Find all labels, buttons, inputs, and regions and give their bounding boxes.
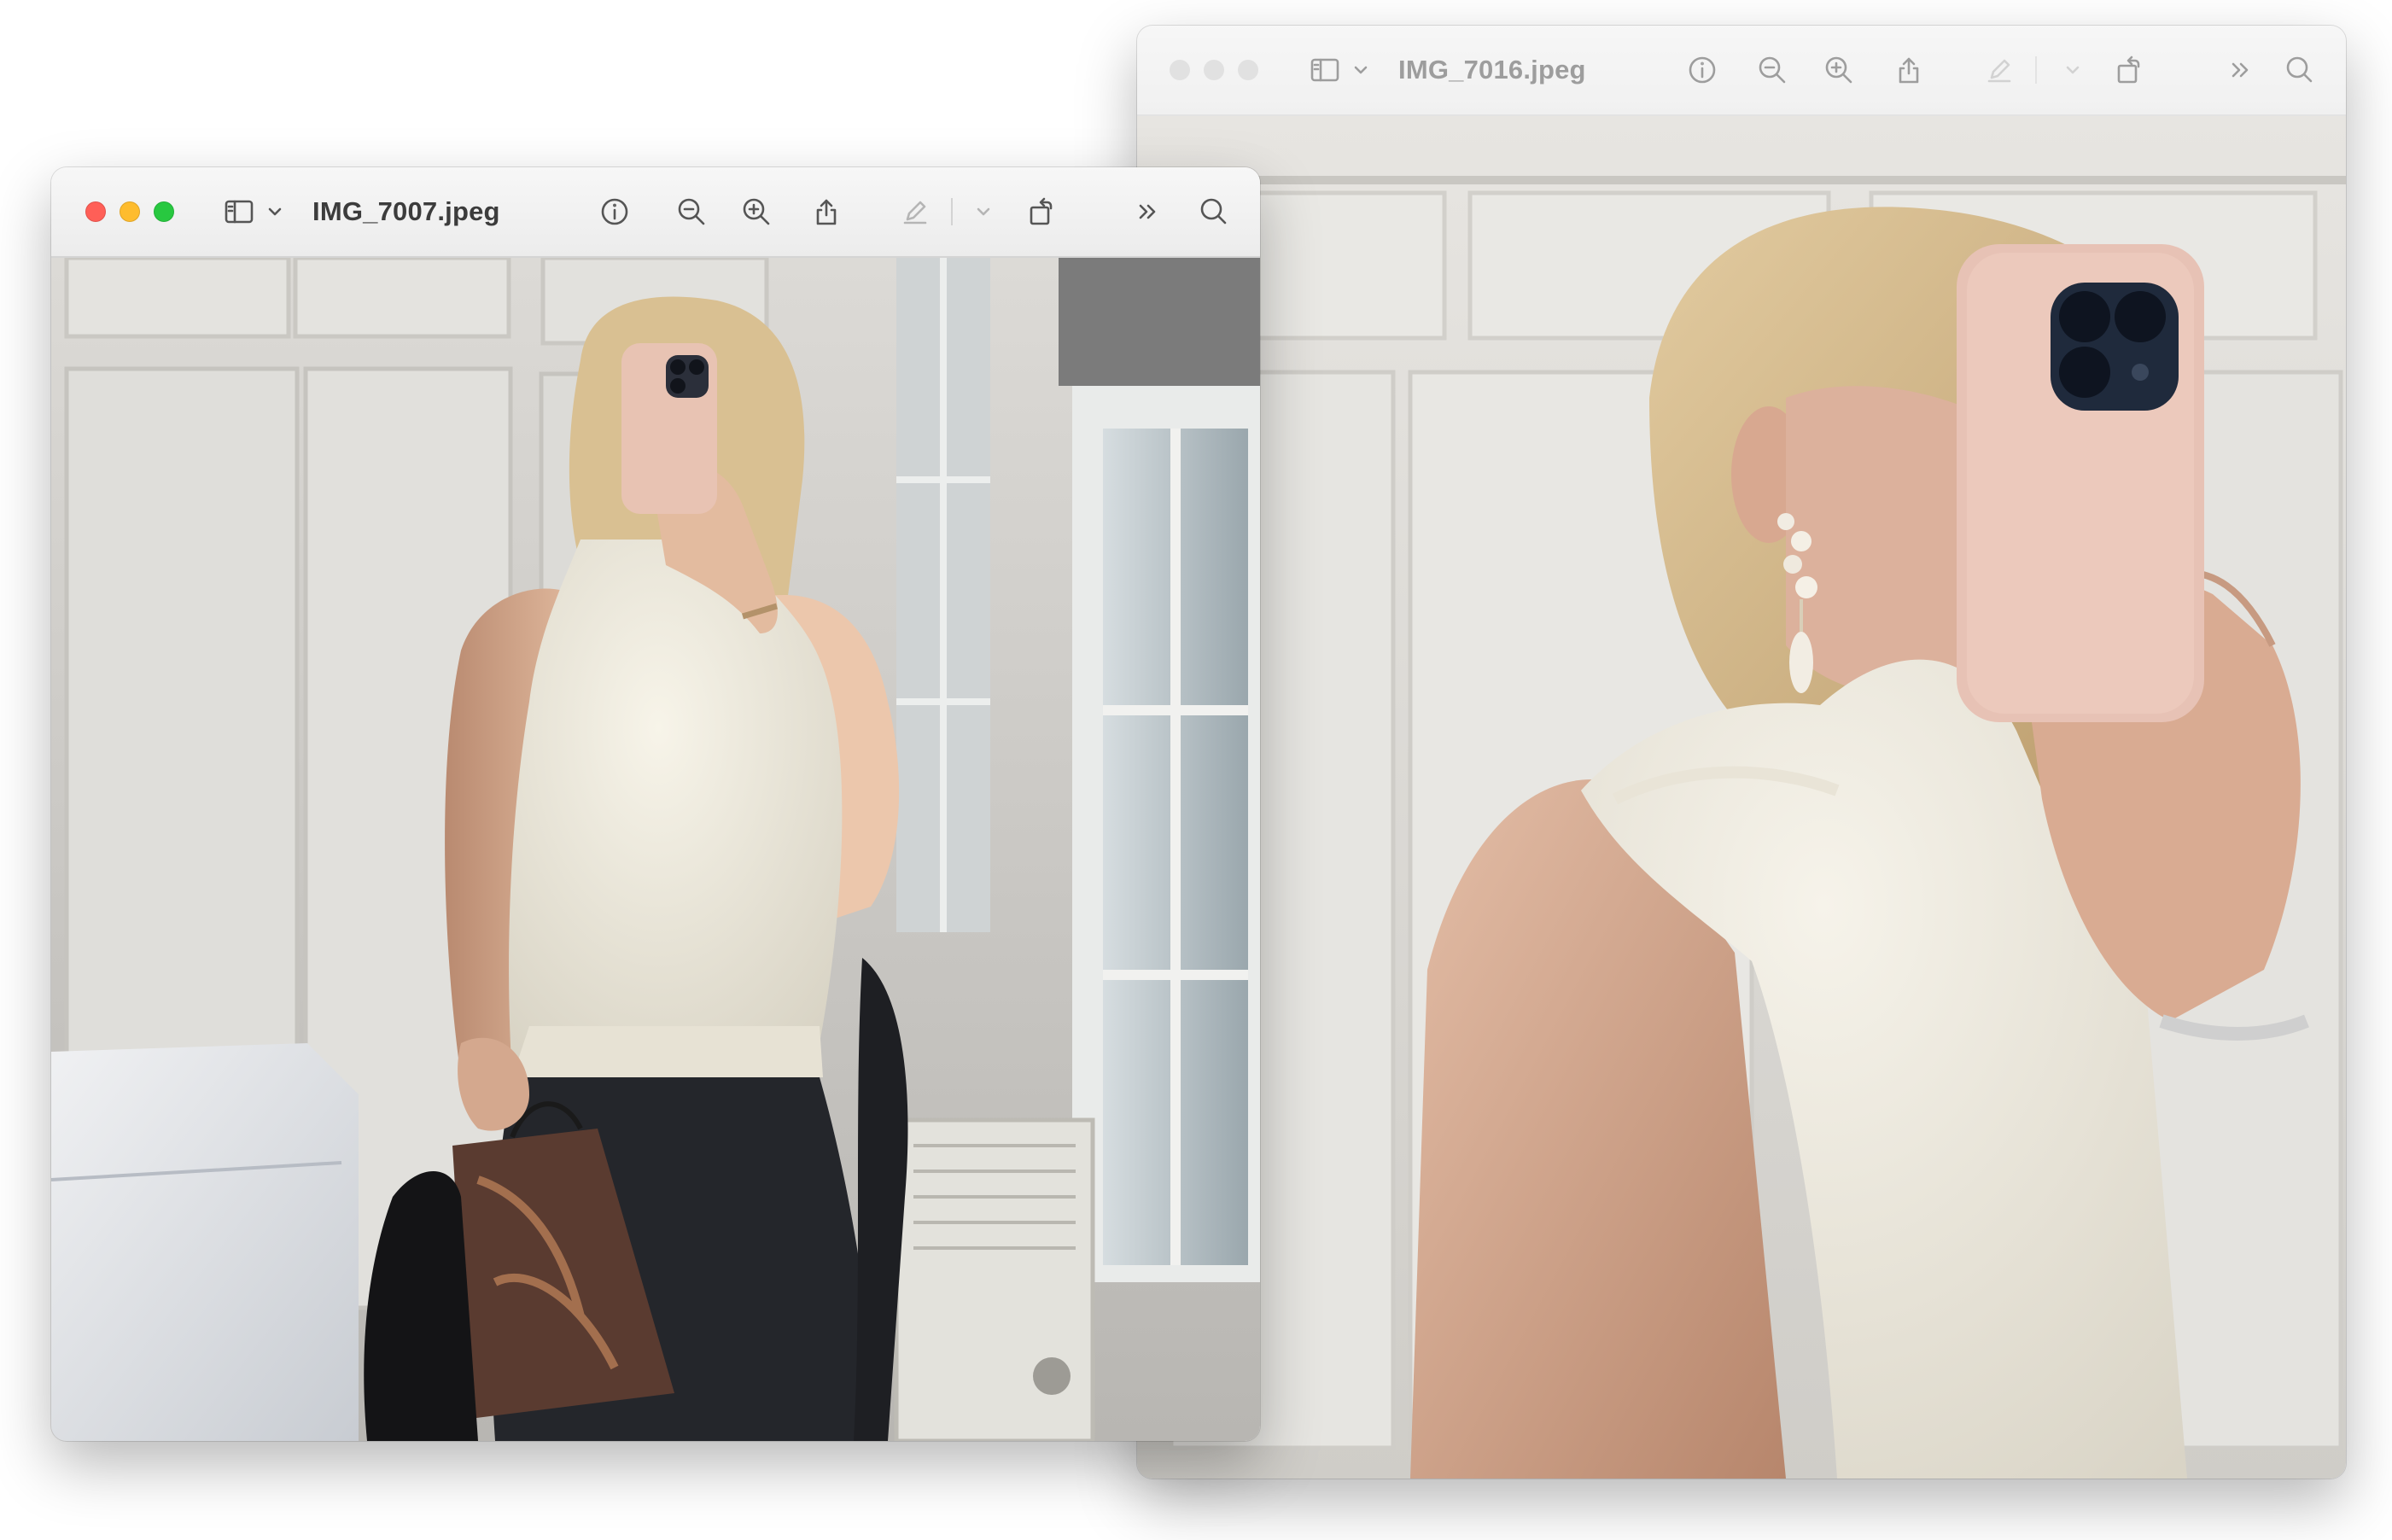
markup-button[interactable] [1979, 50, 2020, 90]
share-icon [1899, 57, 1919, 84]
zoom-button[interactable] [154, 201, 174, 222]
markup-button[interactable] [895, 191, 936, 232]
search-icon [1200, 198, 1227, 225]
share-icon [816, 199, 837, 225]
zoom-in-icon [1825, 56, 1852, 84]
share-button[interactable] [1888, 50, 1929, 90]
zoom-out-button[interactable] [671, 191, 712, 232]
rotate-icon [2117, 55, 2140, 84]
zoom-out-icon [1759, 56, 1786, 84]
search-button[interactable] [2279, 50, 2320, 90]
info-button[interactable] [594, 191, 635, 232]
sidebar-toggle-button[interactable] [1304, 50, 1345, 90]
sidebar-menu-chevron[interactable] [1340, 50, 1381, 90]
zoom-button[interactable] [1238, 60, 1258, 80]
more-tools-button[interactable] [2220, 50, 2261, 90]
preview-window-back[interactable]: IMG_7016.jpeg [1137, 26, 2346, 1479]
chevron-down-icon [2066, 66, 2080, 74]
search-icon [2286, 56, 2313, 83]
markup-pen-icon [1987, 59, 2011, 83]
sidebar-menu-chevron[interactable] [254, 191, 295, 232]
markup-menu-chevron[interactable] [2052, 50, 2093, 90]
minimize-button[interactable] [120, 201, 140, 222]
image-canvas[interactable] [1137, 116, 2346, 1479]
sidebar-toggle-button[interactable] [219, 191, 260, 232]
zoom-out-button[interactable] [1752, 50, 1793, 90]
rotate-button[interactable] [1021, 191, 1062, 232]
window-toolbar: IMG_7007.jpeg [51, 167, 1260, 258]
share-button[interactable] [806, 191, 847, 232]
chevron-down-icon [1354, 66, 1368, 74]
zoom-out-icon [678, 198, 705, 225]
info-button[interactable] [1682, 50, 1723, 90]
markup-pen-icon [903, 201, 927, 225]
rotate-button[interactable] [2109, 50, 2150, 90]
search-button[interactable] [1193, 191, 1234, 232]
close-button[interactable] [1170, 60, 1190, 80]
minimize-button[interactable] [1204, 60, 1224, 80]
info-icon [1689, 56, 1716, 84]
photo-img-7007 [51, 258, 1260, 1441]
more-tools-icon [2232, 62, 2249, 78]
markup-menu-chevron[interactable] [963, 191, 1004, 232]
rotate-icon [1030, 197, 1053, 225]
photo-img-7016 [1137, 116, 2346, 1479]
zoom-in-icon [743, 198, 770, 225]
more-tools-button[interactable] [1127, 191, 1168, 232]
more-tools-icon [1139, 204, 1156, 219]
sidebar-toggle-icon [1310, 58, 1339, 82]
chevron-down-icon [977, 207, 990, 216]
chevron-down-icon [268, 207, 282, 216]
preview-window-front[interactable]: IMG_7007.jpeg [51, 167, 1260, 1441]
zoom-in-button[interactable] [736, 191, 777, 232]
info-icon [601, 198, 628, 225]
window-title: IMG_7007.jpeg [312, 196, 500, 226]
sidebar-toggle-icon [225, 200, 254, 224]
window-toolbar: IMG_7016.jpeg [1137, 26, 2346, 116]
zoom-in-button[interactable] [1818, 50, 1859, 90]
close-button[interactable] [85, 201, 106, 222]
window-title: IMG_7016.jpeg [1398, 55, 1586, 85]
image-canvas[interactable] [51, 258, 1260, 1441]
